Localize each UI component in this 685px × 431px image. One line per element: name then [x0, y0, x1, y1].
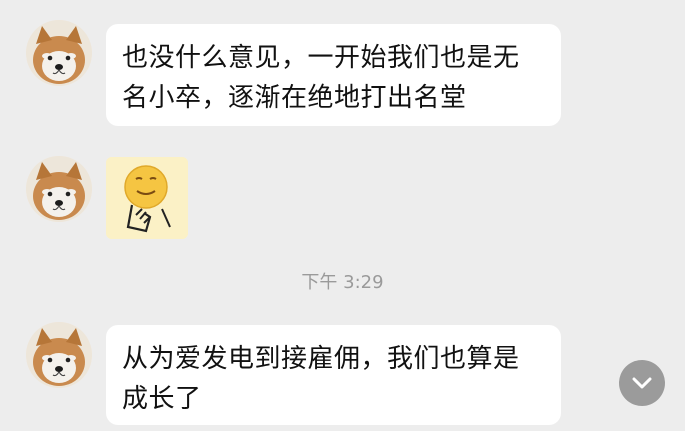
sticker-message[interactable]: [106, 157, 188, 239]
shiba-dog-avatar-icon: [26, 322, 92, 388]
message-line: 名小卒，逐渐在绝地打出名堂: [122, 83, 467, 113]
avatar-icon[interactable]: [26, 156, 92, 222]
message-line: 从为爱发电到接雇佣，我们也算是: [122, 344, 520, 374]
shiba-dog-avatar-icon: [26, 20, 92, 86]
avatar-icon[interactable]: [26, 20, 92, 86]
shiba-dog-avatar-icon: [26, 156, 92, 222]
message-line: 也没什么意见，一开始我们也是无: [122, 43, 520, 73]
chevron-down-icon: [632, 377, 652, 389]
scroll-down-button[interactable]: [619, 360, 665, 406]
message-line: 成长了: [122, 384, 202, 414]
timestamp: 下午 3:29: [301, 272, 384, 293]
message-bubble[interactable]: 也没什么意见，一开始我们也是无 名小卒，逐渐在绝地打出名堂: [106, 24, 561, 126]
message-bubble[interactable]: 从为爱发电到接雇佣，我们也算是 成长了: [106, 325, 561, 425]
avatar-icon[interactable]: [26, 322, 92, 388]
chat-window: 也没什么意见，一开始我们也是无 名小卒，逐渐在绝地打出名堂 下午 3:29 从为…: [0, 0, 685, 431]
thinking-smiley-sticker-icon: [106, 157, 188, 239]
